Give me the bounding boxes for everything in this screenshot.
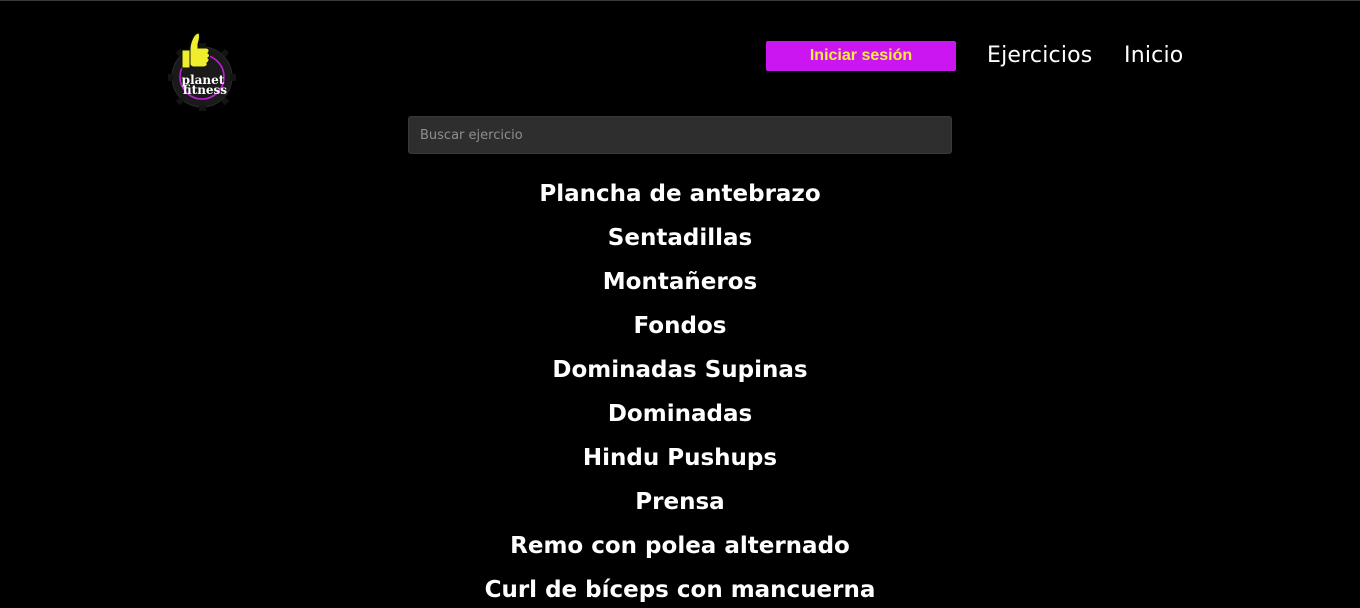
thumbs-up-gear-icon: planet fitness (168, 32, 236, 111)
nav-link-inicio[interactable]: Inicio (1124, 40, 1183, 72)
exercise-item[interactable]: Sentadillas (0, 216, 1360, 260)
search-input[interactable] (408, 116, 952, 154)
nav-link-ejercicios[interactable]: Ejercicios (987, 40, 1092, 72)
exercise-list: Plancha de antebrazo Sentadillas Montañe… (0, 172, 1360, 608)
logo-text-fitness: fitness (183, 83, 227, 97)
planet-fitness-logo[interactable]: planet fitness (168, 30, 240, 112)
top-border (0, 0, 1360, 1)
exercise-item[interactable]: Plancha de antebrazo (0, 172, 1360, 216)
exercise-item[interactable]: Hindu Pushups (0, 436, 1360, 480)
exercise-item[interactable]: Curl de bíceps con mancuerna (0, 568, 1360, 608)
login-button[interactable]: Iniciar sesión (766, 41, 956, 71)
exercise-item[interactable]: Dominadas Supinas (0, 348, 1360, 392)
exercise-item[interactable]: Montañeros (0, 260, 1360, 304)
exercise-item[interactable]: Fondos (0, 304, 1360, 348)
exercise-item[interactable]: Remo con polea alternado (0, 524, 1360, 568)
exercise-item[interactable]: Prensa (0, 480, 1360, 524)
exercise-item[interactable]: Dominadas (0, 392, 1360, 436)
